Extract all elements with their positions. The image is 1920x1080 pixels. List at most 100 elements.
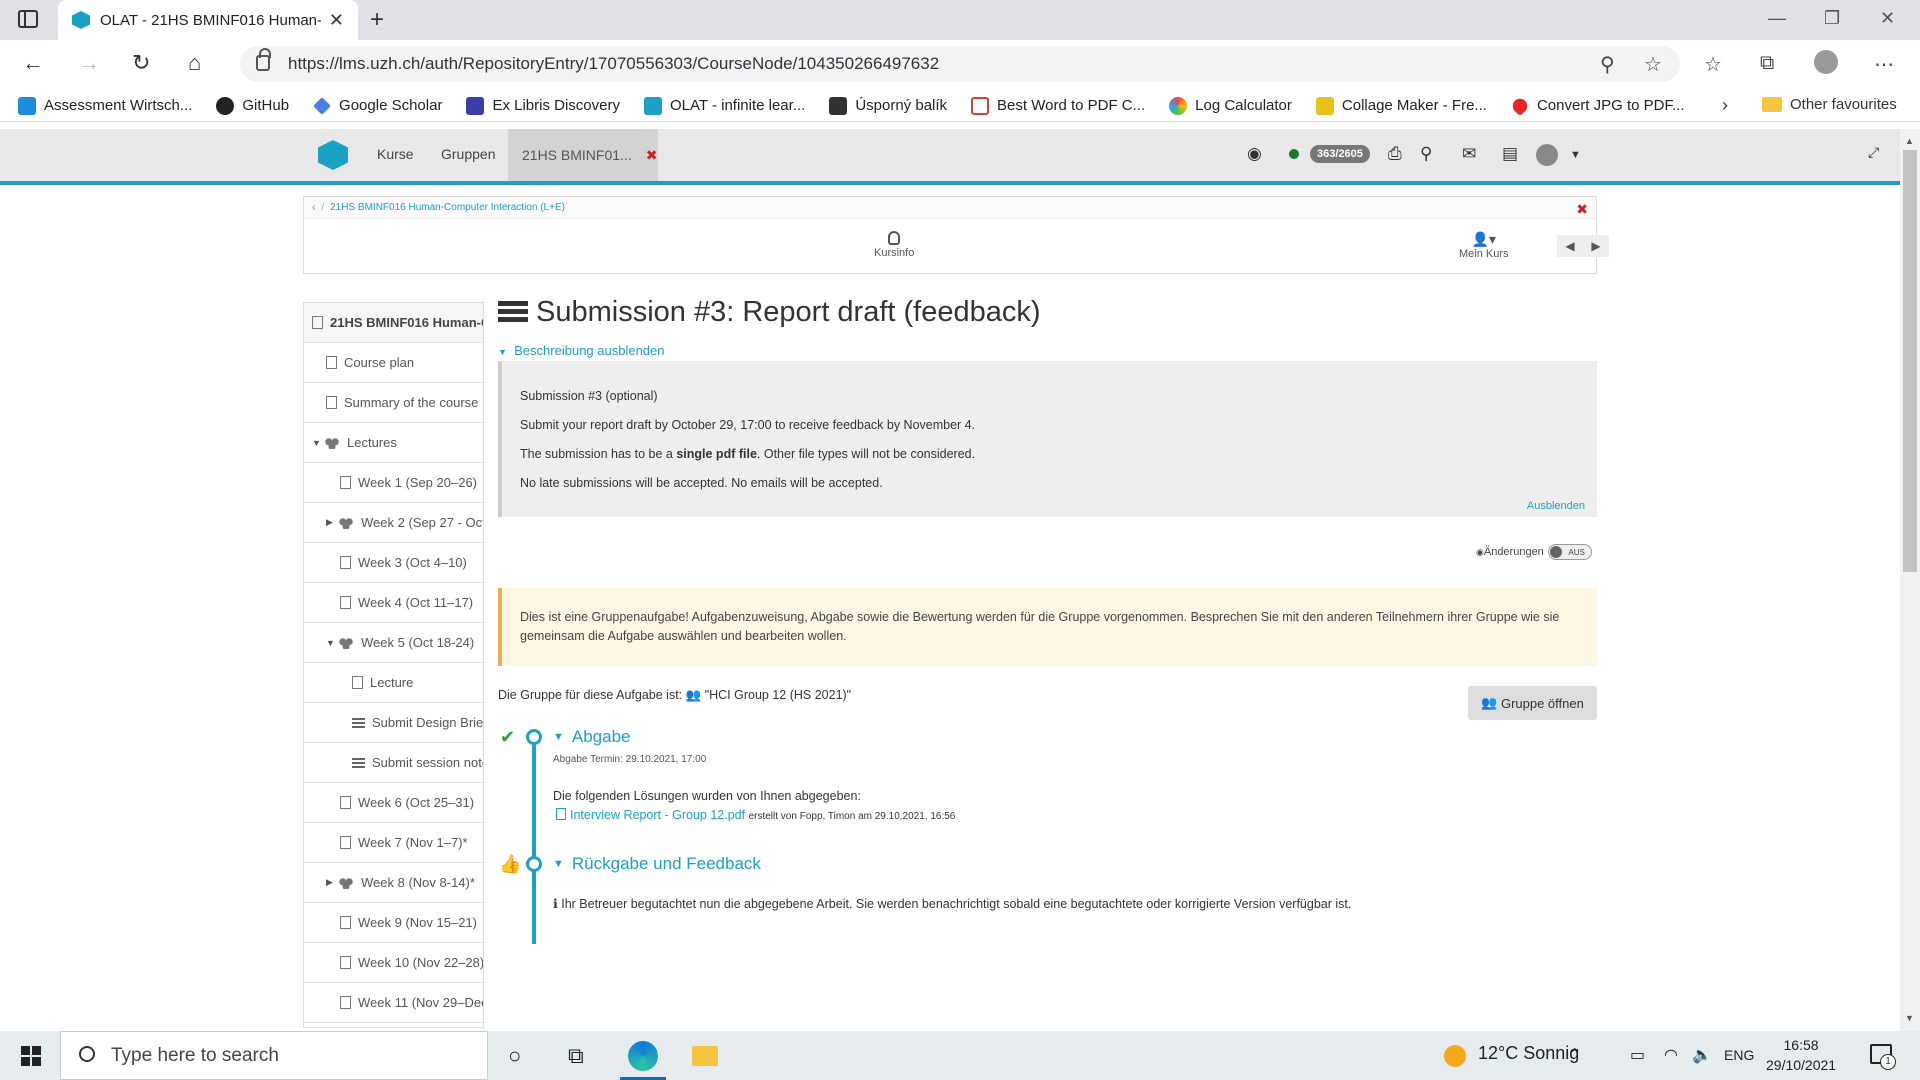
tree-item[interactable]: 21HS BMINF016 Human-Computer Interaction…: [304, 303, 483, 343]
forward-icon[interactable]: →: [78, 50, 100, 76]
step-abgabe-toggle[interactable]: ▼ Abgabe: [553, 727, 631, 747]
tab-actions-icon[interactable]: [18, 10, 38, 28]
zoom-icon[interactable]: ⚲: [1600, 52, 1615, 77]
rss-icon[interactable]: ◉: [1247, 144, 1262, 164]
next-node-icon[interactable]: ▶: [1591, 239, 1600, 253]
add-favourite-icon[interactable]: ☆: [1644, 52, 1662, 77]
bookmark-item[interactable]: Convert JPG to PDF...: [1509, 95, 1684, 116]
tree-item[interactable]: ▶ Week 8 (Nov 8-14)*: [304, 863, 483, 903]
weather-text[interactable]: 12°C Sonnig: [1478, 1043, 1579, 1064]
tree-item[interactable]: Summary of the course: [304, 383, 483, 423]
home-icon[interactable]: ⌂: [188, 50, 201, 76]
windows-start-icon[interactable]: [21, 1046, 41, 1066]
mail-icon[interactable]: ✉: [1462, 144, 1476, 164]
language-indicator[interactable]: ENG: [1724, 1047, 1754, 1063]
description-line: Submit your report draft by October 29, …: [520, 418, 976, 432]
scroll-down-icon[interactable]: ▼: [1905, 1013, 1914, 1023]
bookmark-item[interactable]: Google Scholar: [313, 96, 442, 115]
tree-item[interactable]: Lecture: [304, 663, 483, 703]
scroll-up-icon[interactable]: ▲: [1905, 136, 1914, 146]
submitted-file-link[interactable]: Interview Report - Group 12.pdf: [570, 808, 745, 822]
bookmark-item[interactable]: GitHub: [216, 96, 289, 115]
open-group-button[interactable]: 👥 Gruppe öffnen: [1468, 686, 1597, 720]
more-menu-icon[interactable]: ⋯: [1874, 52, 1894, 77]
tree-item[interactable]: Week 7 (Nov 1–7)*: [304, 823, 483, 863]
tree-item[interactable]: Week 6 (Oct 25–31): [304, 783, 483, 823]
online-count-badge[interactable]: 363/2605: [1310, 145, 1370, 163]
notes-icon[interactable]: ▤: [1502, 144, 1518, 164]
wifi-icon[interactable]: ◠: [1664, 1045, 1678, 1065]
lock-icon[interactable]: [256, 48, 271, 71]
tree-item[interactable]: Submit Design Brief: [304, 703, 483, 743]
tree-item[interactable]: Week 10 (Nov 22–28): [304, 943, 483, 983]
battery-icon[interactable]: ▭: [1630, 1045, 1645, 1065]
restore-icon[interactable]: ❐: [1824, 8, 1840, 29]
kursinfo-button[interactable]: Kursinfo: [874, 231, 914, 259]
browser-tab-olat[interactable]: OLAT - 21HS BMINF016 Human- ✕: [58, 0, 358, 40]
close-course-icon[interactable]: ✖: [1576, 201, 1588, 218]
back-icon[interactable]: ←: [22, 50, 44, 76]
fullscreen-icon[interactable]: ⤢: [1868, 144, 1879, 161]
tree-item[interactable]: ▼ Lectures: [304, 423, 483, 463]
tree-item[interactable]: Week 4 (Oct 11–17): [304, 583, 483, 623]
tree-item[interactable]: Week 11 (Nov 29–Dec 5): [304, 983, 483, 1023]
page-scrollbar-thumb[interactable]: [1903, 150, 1917, 572]
description-toggle[interactable]: ▼ Beschreibung ausblenden: [498, 343, 665, 358]
edge-browser-icon[interactable]: [628, 1041, 658, 1071]
tree-item[interactable]: Submit session notes: [304, 743, 483, 783]
volume-icon[interactable]: 🔈: [1692, 1045, 1712, 1065]
print-icon[interactable]: ⎙: [1388, 144, 1402, 164]
tray-overflow-icon[interactable]: ⌃: [1568, 1045, 1581, 1065]
breadcrumb-back-icon[interactable]: ‹: [312, 202, 315, 213]
nav-kurse[interactable]: Kurse: [377, 146, 414, 162]
bookmark-item[interactable]: Best Word to PDF C...: [971, 96, 1145, 115]
bookmark-item[interactable]: Collage Maker - Fre...: [1315, 96, 1487, 115]
url-input[interactable]: https://lms.uzh.ch/auth/RepositoryEntry/…: [240, 46, 1680, 82]
cortana-icon[interactable]: ○: [508, 1043, 521, 1069]
tree-item[interactable]: ▼ Week 5 (Oct 18-24): [304, 623, 483, 663]
weather-sun-icon[interactable]: [1444, 1045, 1466, 1067]
minimize-icon[interactable]: —: [1768, 8, 1786, 29]
close-window-icon[interactable]: ✕: [1880, 8, 1895, 29]
user-menu-caret-icon[interactable]: ▼: [1570, 149, 1581, 161]
search-icon[interactable]: ⚲: [1420, 144, 1432, 164]
changes-toggle[interactable]: AUS: [1547, 544, 1592, 560]
bookmark-item[interactable]: OLAT - infinite lear...: [643, 96, 805, 115]
collections-icon[interactable]: ⧉: [1760, 52, 1774, 75]
file-explorer-icon[interactable]: [692, 1046, 718, 1066]
tree-item[interactable]: Course plan: [304, 343, 483, 383]
bookmark-item[interactable]: Ex Libris Discovery: [466, 96, 620, 115]
user-avatar[interactable]: [1536, 144, 1558, 166]
bookmark-item[interactable]: Úsporný balík: [829, 96, 947, 115]
profile-avatar[interactable]: [1814, 50, 1838, 74]
expanded-caret-icon[interactable]: ▼: [326, 638, 338, 648]
previous-node-icon[interactable]: ◀: [1565, 239, 1574, 253]
breadcrumb-course-link[interactable]: 21HS BMINF016 Human-Computer Interaction…: [330, 202, 565, 213]
bookmarks-overflow-icon[interactable]: ›: [1722, 95, 1728, 116]
heart-icon: [1509, 95, 1531, 116]
taskbar-clock[interactable]: 16:58 29/10/2021: [1766, 1035, 1836, 1075]
collapsed-caret-icon[interactable]: ▶: [326, 517, 338, 528]
tree-item[interactable]: Week 1 (Sep 20–26): [304, 463, 483, 503]
favourites-icon[interactable]: ☆: [1704, 52, 1722, 77]
bookmark-item[interactable]: Log Calculator: [1169, 96, 1292, 115]
other-favourites[interactable]: Other favourites: [1762, 96, 1897, 113]
tree-item[interactable]: Week 9 (Nov 15–21): [304, 903, 483, 943]
tree-item[interactable]: Week 3 (Oct 4–10): [304, 543, 483, 583]
tree-item[interactable]: ▶ Week 2 (Sep 27 - Oct 3): [304, 503, 483, 543]
nav-active-course-tab[interactable]: 21HS BMINF01... ✖: [508, 129, 658, 181]
expanded-caret-icon[interactable]: ▼: [312, 438, 324, 448]
collapsed-caret-icon[interactable]: ▶: [326, 877, 338, 888]
tab-close-icon[interactable]: ✕: [329, 10, 344, 31]
reload-icon[interactable]: ↻: [132, 50, 150, 76]
bookmark-item[interactable]: Assessment Wirtsch...: [18, 96, 192, 115]
new-tab-icon[interactable]: +: [370, 6, 384, 34]
task-view-icon[interactable]: ⧉: [568, 1043, 584, 1069]
olat-top-nav: [0, 129, 1900, 181]
step-feedback-toggle[interactable]: ▼ Rückgabe und Feedback: [553, 854, 761, 874]
hide-description-link[interactable]: Ausblenden: [1527, 499, 1585, 513]
close-course-icon[interactable]: ✖: [646, 147, 658, 164]
nav-gruppen[interactable]: Gruppen: [441, 146, 495, 162]
taskbar-search-input[interactable]: Type here to search: [60, 1031, 488, 1080]
mein-kurs-button[interactable]: 👤▾ Mein Kurs: [1459, 231, 1509, 260]
